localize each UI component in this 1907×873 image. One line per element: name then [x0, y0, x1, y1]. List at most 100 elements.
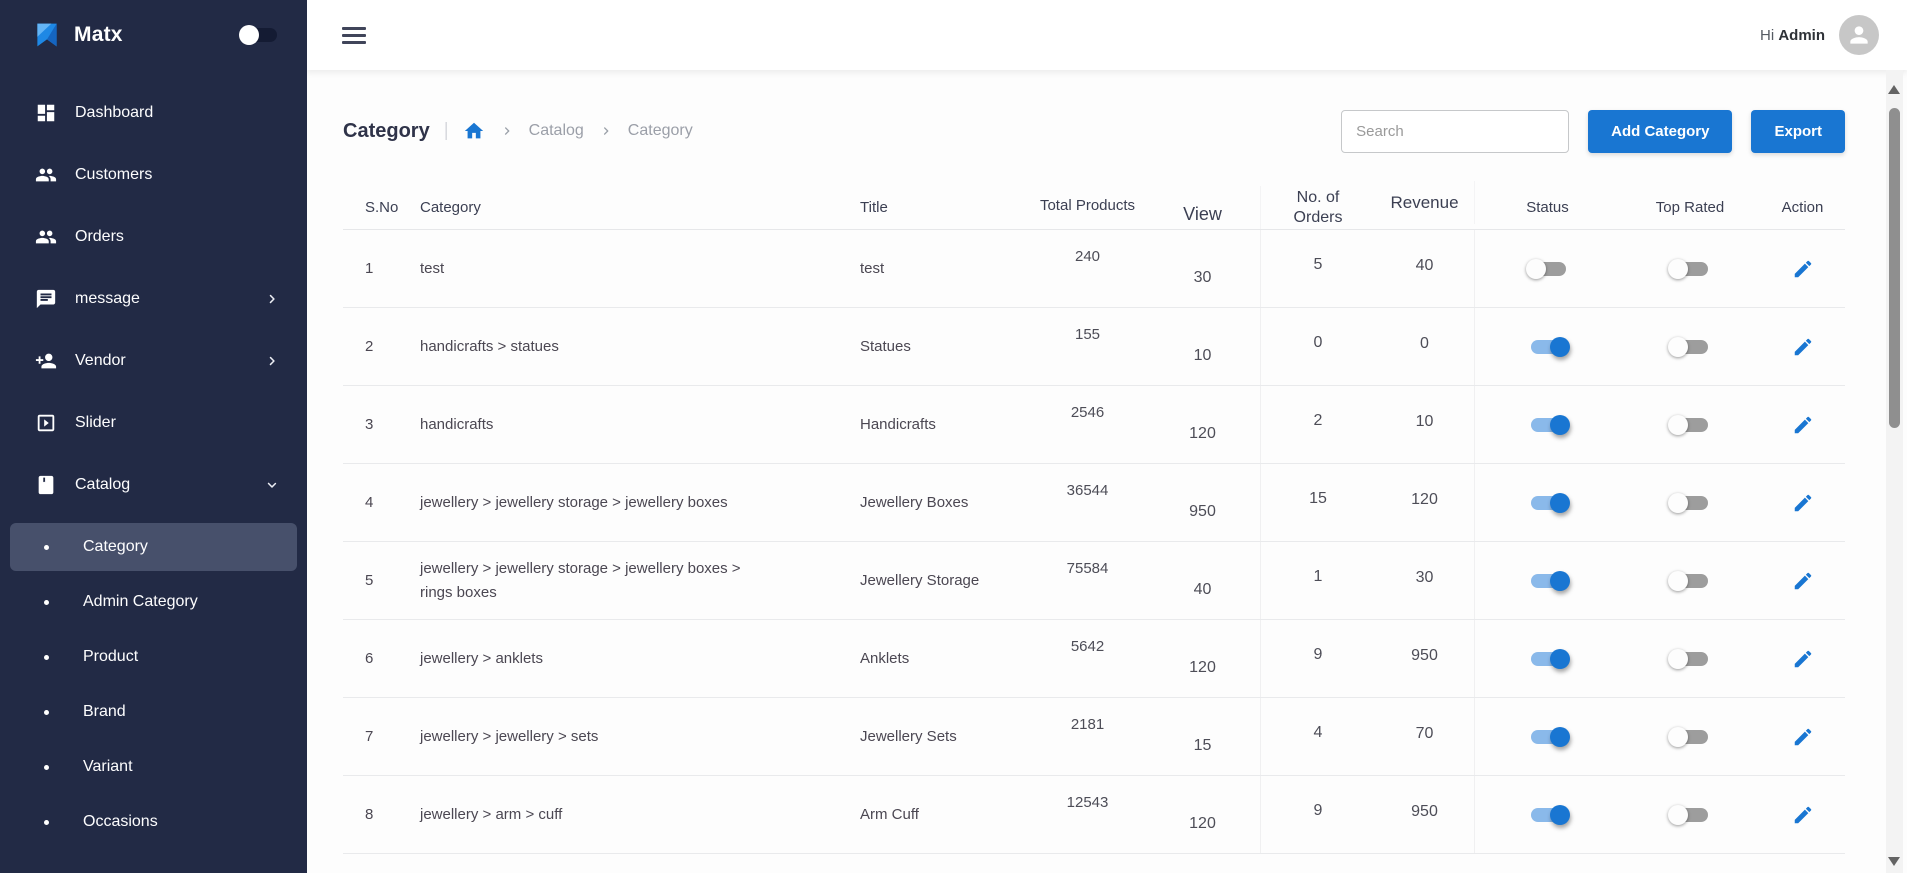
breadcrumb: Category | Catalog Category — [343, 120, 693, 143]
sidebar-item-slider[interactable]: Slider — [0, 392, 307, 454]
export-button[interactable]: Export — [1751, 110, 1845, 153]
pencil-icon — [1792, 258, 1814, 280]
cell-orders: 5 — [1260, 230, 1375, 307]
sidebar-subitem-label: Brand — [83, 703, 126, 721]
sidebar-subitem-admin-category[interactable]: Admin Category — [10, 578, 297, 626]
scroll-down-arrow-icon[interactable] — [1888, 857, 1900, 866]
switch-knob — [1526, 259, 1546, 279]
table-row: 6jewellery > ankletsAnklets56421209950 — [343, 620, 1845, 698]
top-rated-toggle[interactable] — [1666, 646, 1714, 672]
add-category-button[interactable]: Add Category — [1588, 110, 1732, 153]
status-toggle[interactable] — [1524, 490, 1572, 516]
toolbar-actions: Add Category Export — [1341, 110, 1845, 153]
sidebar-item-label: Dashboard — [75, 104, 153, 122]
sidebar-item-vendor[interactable]: Vendor — [0, 330, 307, 392]
chevron-down-icon — [263, 476, 281, 494]
cell-revenue: 30 — [1375, 542, 1475, 619]
edit-button[interactable] — [1788, 566, 1818, 596]
sidebar-subitem-label: Product — [83, 648, 138, 666]
status-toggle[interactable] — [1524, 646, 1572, 672]
scroll-up-arrow-icon[interactable] — [1888, 85, 1900, 94]
cell-revenue: 950 — [1375, 620, 1475, 697]
cell-category: jewellery > jewellery storage > jeweller… — [420, 557, 860, 604]
sidebar-item-customers[interactable]: Customers — [0, 144, 307, 206]
sidebar-subitem-brand[interactable]: Brand — [10, 688, 297, 736]
sidebar-header: Matx — [0, 0, 307, 70]
cell-sno: 3 — [343, 416, 420, 433]
cell-status — [1475, 724, 1620, 750]
sidebar-item-dashboard[interactable]: Dashboard — [0, 82, 307, 144]
cell-orders: 2 — [1260, 386, 1375, 463]
vertical-scrollbar[interactable] — [1886, 70, 1903, 873]
sidebar-item-label: Orders — [75, 228, 124, 246]
sidebar-collapse-toggle[interactable] — [239, 25, 277, 45]
breadcrumb-catalog[interactable]: Catalog — [529, 122, 584, 140]
cell-view: 120 — [1145, 806, 1260, 824]
sidebar-subitem-category[interactable]: Category — [10, 523, 297, 571]
switch-knob — [1550, 493, 1570, 513]
sidebar-subitem-variant[interactable]: Variant — [10, 743, 297, 791]
cell-title: test — [860, 260, 1030, 277]
cell-view: 30 — [1145, 260, 1260, 278]
status-toggle[interactable] — [1524, 802, 1572, 828]
cell-title: Jewellery Boxes — [860, 494, 1030, 511]
sidebar-subitem-label: Category — [83, 538, 148, 556]
sidebar-subitem-product[interactable]: Product — [10, 633, 297, 681]
sidebar-subitem-occasions[interactable]: Occasions — [10, 798, 297, 846]
cell-title: Statues — [860, 338, 1030, 355]
edit-button[interactable] — [1788, 644, 1818, 674]
cell-status — [1475, 490, 1620, 516]
search-input[interactable] — [1341, 110, 1569, 153]
cell-status — [1475, 412, 1620, 438]
people-icon — [34, 163, 58, 187]
switch-knob — [1550, 727, 1570, 747]
top-rated-toggle[interactable] — [1666, 256, 1714, 282]
home-icon[interactable] — [463, 120, 485, 142]
status-toggle[interactable] — [1524, 724, 1572, 750]
status-toggle[interactable] — [1524, 256, 1572, 282]
edit-button[interactable] — [1788, 722, 1818, 752]
cell-top-rated — [1620, 568, 1760, 594]
column-header-sno: S.No — [343, 199, 420, 216]
cell-orders: 1 — [1260, 542, 1375, 619]
switch-knob — [1550, 337, 1570, 357]
category-table: S.NoCategoryTitleTotal ProductsViewNo. o… — [343, 186, 1845, 854]
sidebar-item-message[interactable]: message — [0, 268, 307, 330]
status-toggle[interactable] — [1524, 568, 1572, 594]
edit-button[interactable] — [1788, 488, 1818, 518]
pencil-icon — [1792, 804, 1814, 826]
sidebar-item-catalog[interactable]: Catalog — [0, 454, 307, 516]
avatar[interactable] — [1839, 15, 1879, 55]
status-toggle[interactable] — [1524, 412, 1572, 438]
sidebar-item-orders[interactable]: Orders — [0, 206, 307, 268]
page-title: Category — [343, 120, 430, 143]
sidebar-item-label: Customers — [75, 166, 152, 184]
sidebar-item-label: Catalog — [75, 476, 130, 494]
cell-sno: 5 — [343, 572, 420, 589]
edit-button[interactable] — [1788, 332, 1818, 362]
sidebar-subitem-label: Occasions — [83, 813, 158, 831]
top-rated-toggle[interactable] — [1666, 802, 1714, 828]
top-rated-toggle[interactable] — [1666, 334, 1714, 360]
table-body: 1testtest240305402handicrafts > statuesS… — [343, 230, 1845, 854]
top-rated-toggle[interactable] — [1666, 724, 1714, 750]
column-header-total-products: Total Products — [1030, 197, 1145, 214]
edit-button[interactable] — [1788, 254, 1818, 284]
bullet-dot-icon — [44, 655, 49, 660]
top-rated-toggle[interactable] — [1666, 568, 1714, 594]
cell-orders: 15 — [1260, 464, 1375, 541]
breadcrumb-category[interactable]: Category — [628, 122, 693, 140]
cell-sno: 8 — [343, 806, 420, 823]
menu-hamburger-icon[interactable] — [342, 23, 368, 48]
scrollbar-thumb[interactable] — [1889, 108, 1900, 428]
status-toggle[interactable] — [1524, 334, 1572, 360]
cell-action — [1760, 566, 1845, 596]
top-rated-toggle[interactable] — [1666, 490, 1714, 516]
top-rated-toggle[interactable] — [1666, 412, 1714, 438]
column-header-revenue: Revenue — [1375, 181, 1475, 224]
cell-action — [1760, 332, 1845, 362]
edit-button[interactable] — [1788, 800, 1818, 830]
slideshow-icon — [34, 411, 58, 435]
toggle-knob — [239, 25, 259, 45]
edit-button[interactable] — [1788, 410, 1818, 440]
